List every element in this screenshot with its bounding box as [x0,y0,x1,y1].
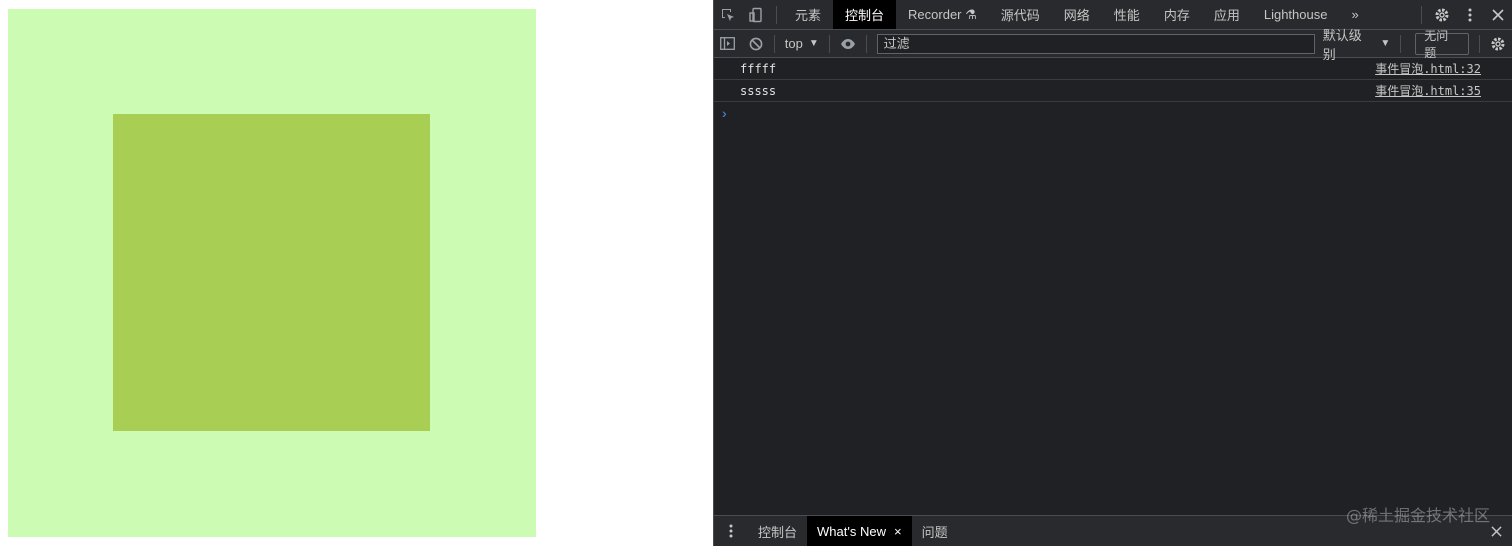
tab-performance[interactable]: 性能 [1102,0,1152,29]
tab-console[interactable]: 控制台 [833,0,897,29]
drawer-tab-issues[interactable]: 问题 [912,516,958,546]
dropdown-arrow-icon: ▼ [808,38,819,49]
inspect-element-icon[interactable] [714,0,742,29]
issues-label: 无问题 [1424,28,1449,60]
device-toolbar-icon[interactable] [742,0,770,29]
web-page [0,0,713,546]
tab-memory[interactable]: 内存 [1152,0,1202,29]
console-message: fffff 事件冒泡.html:32 [714,58,1512,80]
message-text: sssss [740,83,777,98]
prompt-chevron-icon: › [722,105,727,121]
console-prompt[interactable]: › [714,102,1512,124]
message-text: fffff [740,61,777,76]
context-label: top [784,36,803,51]
dropdown-arrow-icon: ▼ [1380,38,1391,49]
close-drawer-icon[interactable] [1480,525,1512,537]
outer-box[interactable] [8,9,536,537]
settings-gear-icon[interactable] [1428,0,1456,29]
log-levels-label: 默认级别 [1322,27,1362,62]
context-selector[interactable]: top ▼ [779,36,825,51]
filter-input[interactable] [876,33,1315,54]
divider [828,34,830,53]
close-devtools-icon[interactable] [1484,0,1512,29]
devtools-tabbar: 元素 控制台 Recorder ⚗ 源代码 网络 性能 内存 应用 Lighth… [714,0,1512,30]
tab-application[interactable]: 应用 [1202,0,1252,29]
close-tab-icon[interactable]: × [894,524,902,539]
tab-network[interactable]: 网络 [1052,0,1102,29]
clear-console-icon[interactable] [742,30,770,57]
drawer-tab-console[interactable]: 控制台 [748,516,807,546]
console-output: fffff 事件冒泡.html:32 sssss 事件冒泡.html:35 › [714,58,1512,516]
more-options-icon[interactable] [1456,0,1484,29]
message-source-link[interactable]: 事件冒泡.html:35 [1375,82,1481,99]
drawer-tab-label: 控制台 [758,524,798,540]
watermark: @稀土掘金技术社区 [1345,506,1490,525]
divider [773,34,775,53]
console-settings-gear-icon[interactable] [1484,30,1512,57]
live-expression-eye-icon[interactable] [834,30,862,57]
devtools-panel: 元素 控制台 Recorder ⚗ 源代码 网络 性能 内存 应用 Lighth… [713,0,1512,546]
divider [1400,34,1402,53]
divider [1421,5,1422,24]
tab-elements[interactable]: 元素 [783,0,833,29]
drawer-tab-whats-new[interactable]: What's New × [807,516,912,546]
drawer-menu-icon[interactable] [714,516,748,546]
drawer-tab-label: What's New [817,523,886,539]
log-levels-dropdown[interactable]: 默认级别 ▼ [1323,25,1391,63]
tab-recorder[interactable]: Recorder ⚗ [896,0,989,29]
issues-button[interactable]: 无问题 [1415,29,1470,60]
drawer-tab-label: 问题 [921,524,948,540]
divider [776,5,777,24]
sidebar-toggle-icon[interactable] [714,30,742,57]
tab-sources[interactable]: 源代码 [989,0,1052,29]
message-source-link[interactable]: 事件冒泡.html:32 [1375,60,1481,77]
inner-box[interactable] [113,114,430,431]
console-message: sssss 事件冒泡.html:35 [714,80,1512,102]
divider [1479,34,1481,53]
divider [865,34,867,53]
console-toolbar: top ▼ 默认级别 ▼ 无问题 [714,28,1512,62]
